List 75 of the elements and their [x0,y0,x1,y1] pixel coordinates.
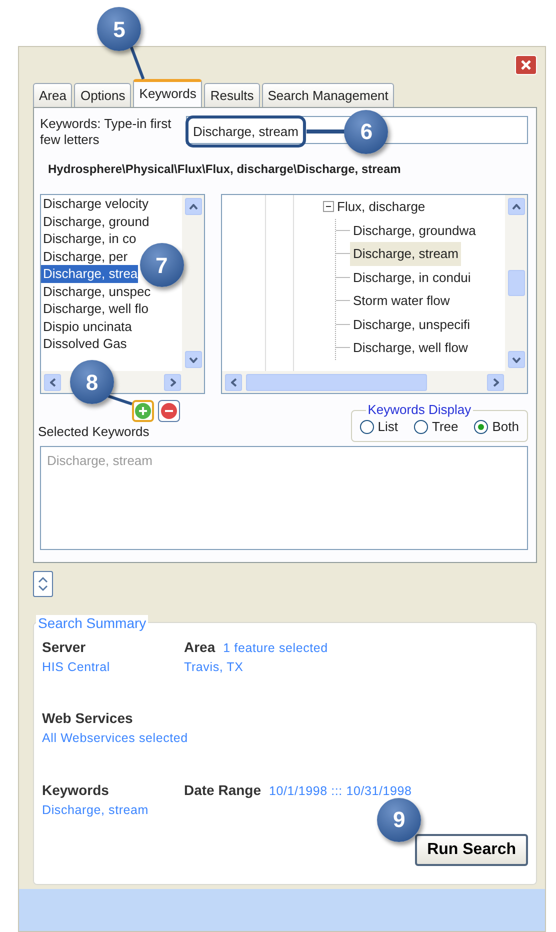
scroll-thumb[interactable] [246,374,427,390]
list-item[interactable]: Discharge, ground [41,212,150,230]
scroll-right-button[interactable] [487,374,504,390]
scroll-right-button[interactable] [164,374,181,390]
caret-left-icon [50,378,56,386]
list-item[interactable]: Dispio uncinata [41,318,132,335]
summary-label: Keywords [42,781,109,800]
summary-value: HIS Central [42,658,111,676]
tree-item[interactable]: Discharge, groundwa [350,218,479,242]
collapse-button[interactable] [33,570,53,596]
tree-item[interactable]: Discharge, unspecifi [350,312,474,336]
tree-item[interactable]: Discharge, well flow [350,336,471,360]
scroll-up-button[interactable] [508,198,524,215]
list-item[interactable]: Discharge, strea [41,265,138,282]
list-item[interactable]: Discharge velocity [41,195,148,212]
radio-button[interactable] [414,420,428,434]
caret-down-icon [188,356,198,362]
tree-item[interactable]: Discharge, in condui [350,266,474,289]
list-item[interactable]: Dissolved Gas [41,335,127,352]
summary-label: Server [42,638,86,656]
radio-button[interactable] [360,420,374,434]
group-title: Search Summary [36,614,148,630]
add-button[interactable] [132,400,154,422]
scroll-up-button[interactable] [184,198,202,215]
list-item[interactable]: Discharge, well flo [41,300,148,318]
caret-right-icon [492,378,498,386]
leader-line [108,394,132,406]
caret-down-icon [512,356,520,362]
summary-value: 10/1/1998 ::: 10/31/1998 [269,783,412,800]
tree-item[interactable]: Storm water flow [350,289,453,312]
plus-icon [135,403,151,419]
summary-value: Travis, TX [184,658,244,676]
callout-badge: 5 [97,7,142,51]
close-button[interactable] [515,55,537,75]
tab[interactable]: Area [33,83,72,107]
caret-right-icon [170,378,176,386]
summary-label: Area [184,638,216,656]
leader-line [130,46,145,80]
expander-icon[interactable] [323,201,334,212]
tree-item[interactable]: Flux, discharge [334,195,428,218]
scroll-left-button[interactable] [44,374,61,390]
tab[interactable]: Keywords [133,79,202,107]
summary-value: 1 feature selected [223,640,328,656]
summary-value: All Webservices selected [42,730,188,748]
caret-up-icon [188,204,198,210]
collapse-icon [37,576,49,592]
caret-up-icon [512,204,520,210]
summary-label: Date Range [184,781,262,800]
scroll-down-button[interactable] [508,351,524,368]
radio-label[interactable]: Both [492,417,519,436]
list-item[interactable]: Discharge, per [41,248,128,265]
keyword-path: Hydrosphere\Physical\Flux\Flux, discharge\Discharge, stream [48,161,402,178]
radio-label[interactable]: Tree [432,417,458,436]
scroll-left-button[interactable] [225,374,242,390]
selected-keywords-label: Selected Keywords [38,423,150,441]
group-title: Keywords Display [366,403,472,417]
tab[interactable]: Results [204,83,260,107]
keyword-tree[interactable]: Flux, discharge Discharge, groundwa Discharge, stream Discharge, in condui Storm water flow Discharge, unspecifi Discharge, well flow [221,194,528,394]
tab[interactable]: Options [74,83,132,107]
leader-line [306,130,344,134]
radio-label[interactable]: List [378,417,398,436]
caret-left-icon [230,378,236,386]
summary-label: Web Services [42,709,133,728]
tree-item[interactable]: Discharge, stream [350,242,462,266]
summary-value: Discharge, stream [42,802,150,819]
radio-button[interactable] [474,420,488,434]
tab[interactable]: Search Management [262,83,394,107]
close-icon [520,59,532,71]
minus-icon [161,403,177,419]
run-search-button[interactable]: Run Search [415,834,528,866]
list-item[interactable]: Discharge, in co [41,230,136,248]
scroll-down-button[interactable] [184,351,202,368]
remove-button[interactable] [158,400,180,422]
field-label: Keywords: Type-in first few letters [40,116,172,148]
scroll-thumb[interactable] [508,270,524,296]
